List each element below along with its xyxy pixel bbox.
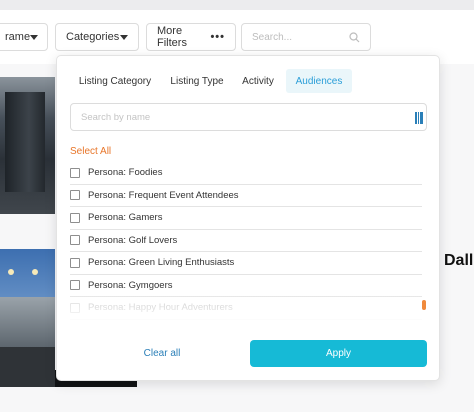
tab-audiences[interactable]: Audiences [286, 69, 352, 93]
search-icon[interactable] [349, 31, 360, 43]
list-item-label: Persona: Foodies [88, 167, 163, 179]
listing-image-2[interactable] [0, 249, 55, 387]
list-item[interactable]: Persona: Green Living Enthusiasts [70, 252, 422, 275]
more-dots-icon: ••• [210, 31, 225, 43]
listing-image-detail [0, 297, 55, 347]
list-scrollbar[interactable] [422, 300, 426, 310]
listing-image-detail [0, 347, 55, 387]
list-item-label: Persona: Golf Lovers [88, 234, 178, 246]
checkbox[interactable] [70, 167, 80, 178]
categories-filter-label: Categories [66, 31, 120, 43]
list-item[interactable]: Persona: Foodies [70, 162, 422, 185]
list-item[interactable]: Persona: Frequent Event Attendees [70, 185, 422, 207]
listing-image-detail [5, 92, 45, 192]
listing-search[interactable] [241, 23, 371, 51]
image-light [8, 269, 14, 275]
barcode-icon [415, 112, 423, 124]
list-item[interactable]: Persona: Happy Hour Adventurers [70, 297, 422, 320]
checkbox[interactable] [70, 302, 80, 313]
checkbox[interactable] [70, 257, 80, 268]
list-item[interactable]: Persona: Golf Lovers [70, 230, 422, 252]
list-item-label: Persona: Frequent Event Attendees [88, 189, 239, 201]
tab-listing-type[interactable]: Listing Type [163, 69, 231, 93]
chevron-down-icon [30, 34, 39, 40]
list-item[interactable]: Persona: Gymgoers [70, 275, 422, 297]
more-filters-button[interactable]: More Filters ••• [146, 23, 236, 51]
checkbox[interactable] [70, 280, 80, 291]
apply-button[interactable]: Apply [250, 340, 427, 367]
listing-search-input[interactable] [252, 31, 342, 43]
list-item-label: Persona: Gymgoers [88, 279, 173, 291]
list-item-label: Persona: Green Living Enthusiasts [88, 257, 235, 269]
select-all-link[interactable]: Select All [70, 146, 111, 157]
audience-search-input[interactable] [81, 111, 416, 123]
listing-image-1[interactable] [0, 77, 55, 214]
list-item-label: Persona: Happy Hour Adventurers [88, 302, 233, 314]
chevron-down-icon [120, 34, 128, 40]
tab-activity[interactable]: Activity [235, 69, 281, 93]
checkbox[interactable] [70, 212, 80, 223]
timeframe-filter-button[interactable]: rame [0, 23, 48, 51]
top-strip [0, 0, 474, 10]
tab-listing-category[interactable]: Listing Category [71, 69, 159, 93]
list-item[interactable]: Persona: Gamers [70, 207, 422, 230]
checkbox[interactable] [70, 190, 80, 201]
list-item-label: Persona: Gamers [88, 212, 163, 224]
timeframe-filter-label: rame [5, 31, 31, 43]
image-light [32, 269, 38, 275]
audience-search[interactable] [70, 103, 427, 131]
categories-filter-button[interactable]: Categories [55, 23, 139, 51]
listing-title[interactable]: Dall [444, 252, 473, 270]
clear-all-button[interactable]: Clear all [117, 340, 207, 366]
more-filters-popup: Listing Category Listing Type Activity A… [56, 55, 440, 381]
more-filters-label: More Filters [157, 25, 187, 49]
checkbox[interactable] [70, 235, 80, 246]
